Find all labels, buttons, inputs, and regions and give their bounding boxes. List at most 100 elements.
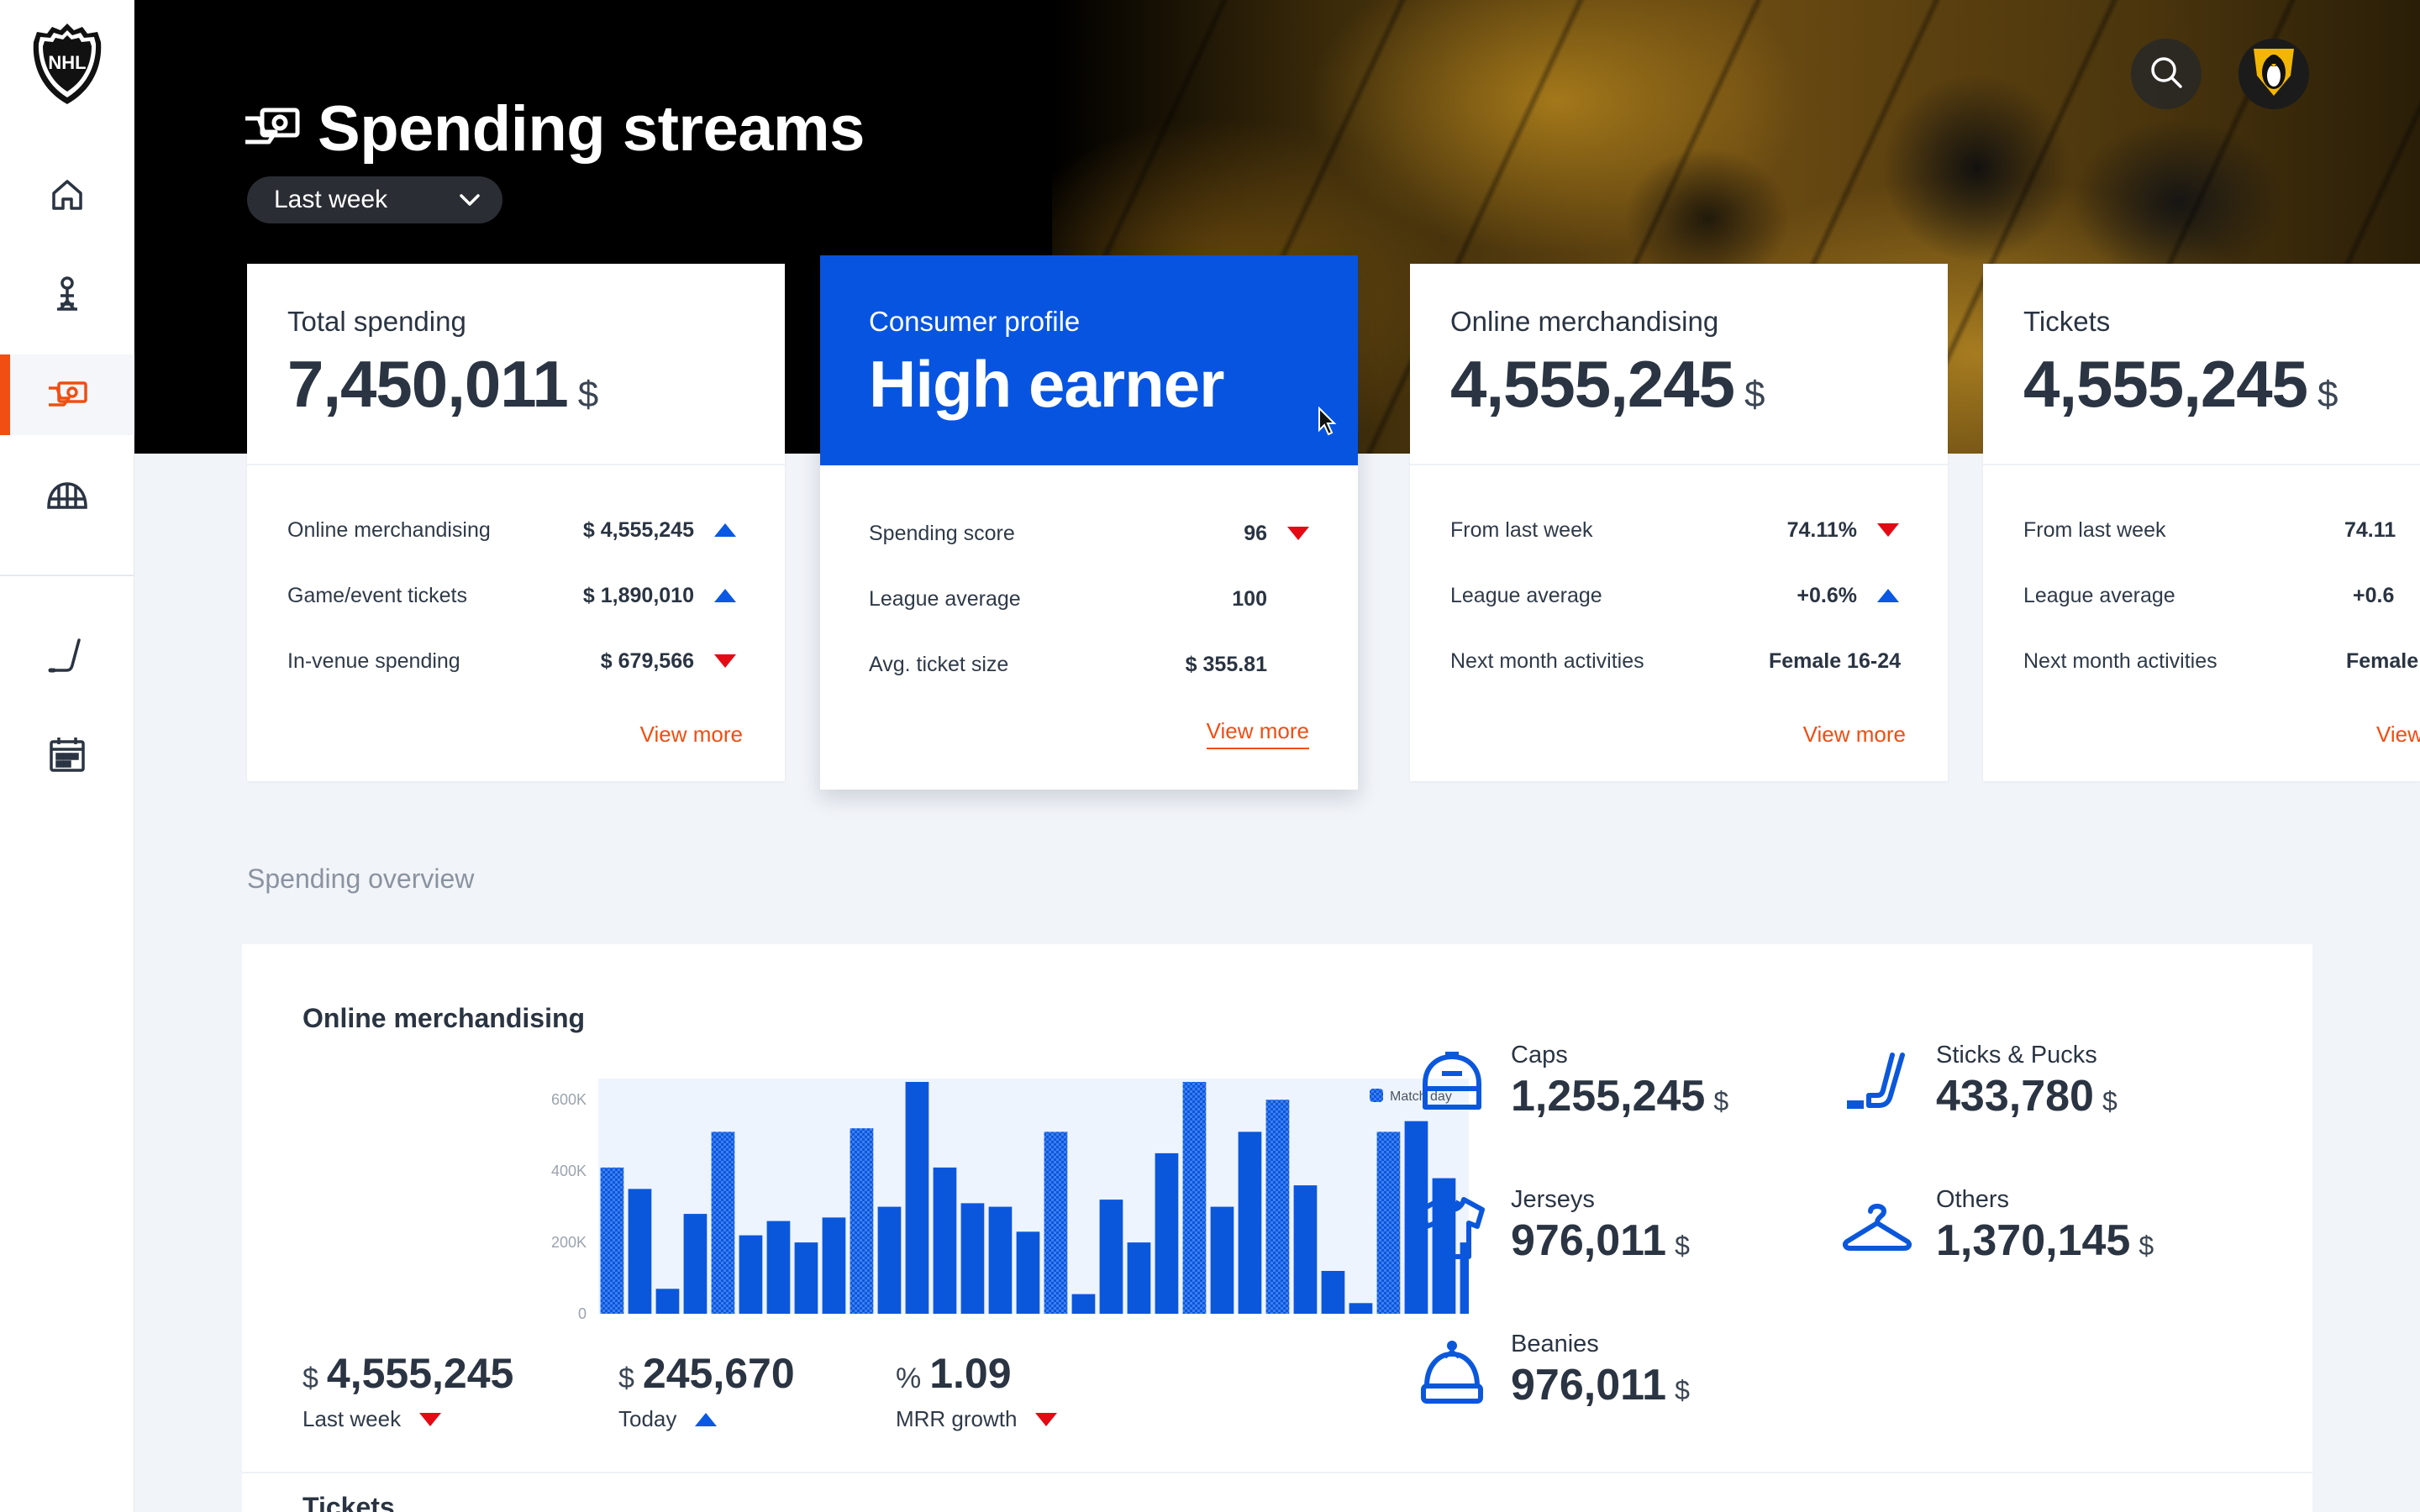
section-label: Spending overview (247, 864, 475, 894)
chart-bar[interactable] (877, 1206, 902, 1314)
kpi-value: $4,555,245 (302, 1349, 513, 1398)
trend-down-icon (1035, 1412, 1058, 1426)
card-header: Online merchandising 4,555,245 $ (1410, 264, 1948, 465)
chart-bar[interactable] (628, 1189, 652, 1314)
category-value-number: 976,011 (1511, 1216, 1667, 1265)
tickets-card[interactable]: Tickets 4,555,245 $ From last week 74.11 L… (1983, 264, 2420, 781)
chart-bar-match-day[interactable] (711, 1131, 735, 1314)
consumer-profile-card[interactable]: Consumer profile High earner Spending sc… (820, 255, 1358, 790)
category-name: Beanies (1511, 1331, 1599, 1357)
kpi-mrr-growth: % 1.09 MRR growth (896, 1349, 1058, 1432)
page-header: Spending streams (242, 92, 865, 165)
kpi-label-text: MRR growth (896, 1406, 1018, 1431)
row-label: Avg. ticket size (869, 652, 1009, 676)
category-beanies[interactable]: Beanies 976,011 $ (1410, 1331, 1690, 1415)
chart-bar[interactable] (960, 1203, 985, 1314)
category-value-number: 976,011 (1511, 1361, 1667, 1410)
chart-bar[interactable] (1099, 1200, 1123, 1314)
card-row: League average +0.6% (1450, 563, 1901, 628)
online-merchandising-card[interactable]: Online merchandising 4,555,245 $ From las… (1410, 264, 1948, 781)
row-label: In-venue spending (287, 648, 460, 673)
row-value: $ 679,566 (600, 648, 694, 673)
card-header: Consumer profile High earner (820, 255, 1358, 465)
chart-bar[interactable] (933, 1167, 957, 1314)
view-more-link[interactable]: View (2376, 722, 2420, 748)
chart-bar[interactable] (739, 1235, 763, 1314)
chart: 0 200K 400K 600K Match day (292, 1075, 1469, 1327)
tickets-section-title: Tickets (302, 1492, 395, 1512)
category-others[interactable]: Others 1,370,145 $ (1835, 1186, 2154, 1270)
sidebar-item-player[interactable] (0, 257, 134, 338)
card-label: Total spending (287, 306, 466, 337)
chart-bar[interactable] (1016, 1231, 1040, 1314)
period-dropdown[interactable]: Last week (247, 176, 502, 223)
category-jerseys[interactable]: Jerseys 976,011 $ (1410, 1186, 1690, 1270)
chart-bar[interactable] (766, 1221, 791, 1314)
chart-bar-match-day[interactable] (600, 1167, 624, 1314)
card-label: Consumer profile (869, 306, 1081, 337)
currency-symbol: $ (2317, 374, 2338, 415)
category-value-number: 1,370,145 (1936, 1216, 2131, 1265)
chart-bar-match-day[interactable] (850, 1128, 874, 1314)
svg-text:NHL: NHL (48, 52, 86, 73)
search-button[interactable] (2131, 39, 2202, 109)
chart-bar[interactable] (1210, 1206, 1234, 1314)
chart-bar[interactable] (1127, 1242, 1151, 1314)
sidebar-item-arena[interactable] (0, 457, 134, 538)
avatar[interactable] (2238, 39, 2309, 109)
search-icon (2148, 54, 2185, 95)
category-caps[interactable]: Caps 1,255,245 $ (1410, 1042, 1728, 1126)
sidebar-item-calendar[interactable] (0, 716, 134, 796)
chart-bar-match-day[interactable] (1182, 1082, 1207, 1314)
row-value: Female (2346, 648, 2419, 673)
view-more-link[interactable]: View more (1206, 718, 1309, 749)
chart-bar[interactable] (1321, 1271, 1345, 1314)
chart-bar[interactable] (794, 1242, 818, 1314)
kpi-label-text: Last week (302, 1406, 402, 1431)
sidebar-item-home[interactable] (0, 156, 134, 237)
kpi-label-text: Today (618, 1406, 677, 1431)
category-value: 1,255,245 $ (1511, 1071, 1728, 1121)
category-value-number: 433,780 (1936, 1072, 2094, 1121)
chart-bar[interactable] (683, 1214, 708, 1314)
chart-bar[interactable] (1238, 1131, 1262, 1314)
chart-bar[interactable] (988, 1206, 1013, 1314)
card-row: League average +0.6 (2023, 563, 2420, 628)
currency-symbol: $ (2102, 1086, 2118, 1116)
chart-bar-match-day[interactable] (1265, 1100, 1290, 1314)
card-row: Avg. ticket size $ 355.81 (869, 632, 1311, 697)
chart-bar[interactable] (1071, 1294, 1096, 1314)
kpi-value: $245,670 (618, 1349, 795, 1398)
sidebar-divider (0, 575, 134, 576)
category-sticks-pucks[interactable]: Sticks & Pucks 433,780 $ (1835, 1042, 2118, 1126)
row-label: Online merchandising (287, 517, 491, 542)
chart-bar[interactable] (905, 1082, 929, 1314)
kpi-prefix: % (896, 1362, 922, 1394)
card-value: 4,555,245 $ (1450, 346, 1907, 423)
kpi-label: Last week (302, 1406, 513, 1432)
view-more-link[interactable]: View more (1803, 722, 1906, 748)
sidebar-item-hockey-stick[interactable] (0, 618, 134, 699)
page-title: Spending streams (318, 93, 865, 165)
chart-bar[interactable] (1293, 1185, 1318, 1314)
card-value-number: 4,555,245 (1450, 347, 1735, 421)
chart-bar[interactable] (1155, 1152, 1179, 1314)
y-tick-label: 600K (551, 1091, 587, 1108)
hockey-stick-icon (47, 637, 87, 681)
chart-bar[interactable] (655, 1289, 680, 1314)
view-more-link[interactable]: View more (640, 722, 743, 748)
card-row: Online merchandising $ 4,555,245 (287, 497, 738, 563)
y-tick-label: 400K (551, 1163, 587, 1179)
home-icon (49, 176, 86, 218)
jersey-icon (1410, 1186, 1494, 1270)
card-rows: From last week 74.11 League average +0.6 N… (1983, 465, 2420, 694)
nhl-logo[interactable]: NHL (30, 22, 104, 106)
chart-bar-match-day[interactable] (1044, 1131, 1068, 1314)
chart-bar-match-day[interactable] (1376, 1131, 1401, 1314)
card-row: Next month activities Female (2023, 628, 2420, 694)
total-spending-card[interactable]: Total spending 7,450,011 $ Online merchan… (247, 264, 785, 781)
category-value: 1,370,145 $ (1936, 1215, 2154, 1266)
chart-bar[interactable] (1349, 1303, 1373, 1314)
sidebar-item-spending[interactable] (0, 354, 134, 435)
chart-bar[interactable] (822, 1217, 846, 1314)
